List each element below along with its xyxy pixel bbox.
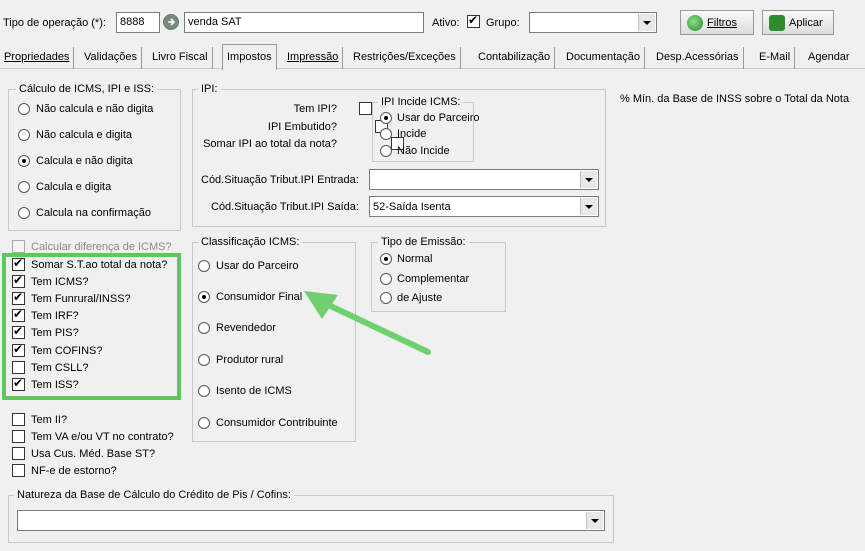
radio-button — [18, 207, 30, 219]
somar-ipi-label: Somar IPI ao total da nota? — [203, 138, 337, 150]
radio-button — [198, 291, 210, 303]
tem-funrural-check[interactable]: Tem Funrural/INSS? — [12, 290, 131, 305]
tipo-operacao-code-field[interactable]: 8888 — [116, 12, 160, 33]
aplicar-label: Aplicar — [789, 16, 823, 29]
ipi-embutido-label: IPI Embutido? — [267, 121, 337, 133]
tab-impostos[interactable]: Impostos — [222, 44, 277, 70]
radio-button — [18, 103, 30, 115]
radio-classif-3[interactable]: Produtor rural — [198, 354, 283, 366]
tem-ipi-label: Tem IPI? — [293, 103, 337, 115]
radio-button — [198, 385, 210, 397]
natureza-select[interactable] — [17, 510, 605, 531]
radio-classif-5[interactable]: Consumidor Contribuinte — [198, 417, 338, 429]
calcular-diferenca-check[interactable]: Calcular diferença de ICMS? — [12, 240, 172, 253]
radio-calculo-4[interactable]: Calcula na confirmação — [18, 207, 151, 219]
aplicar-button[interactable]: Aplicar — [762, 10, 834, 35]
chevron-down-icon[interactable] — [580, 171, 597, 188]
filtros-button[interactable]: Filtros — [680, 10, 754, 35]
grupo-label: Grupo: — [486, 17, 520, 29]
tab-validacoes[interactable]: Validações — [80, 47, 142, 69]
emissao-title: Tipo de Emissão: — [378, 236, 469, 248]
tipo-operacao-name-field[interactable]: venda SAT — [184, 12, 424, 33]
ativo-label: Ativo: — [432, 17, 460, 29]
tab-documentacao[interactable]: Documentação — [562, 47, 645, 69]
tem-irf-check[interactable]: Tem IRF? — [12, 307, 79, 322]
ativo-checkbox[interactable] — [467, 13, 480, 28]
tab-desp-acessorias[interactable]: Desp.Acessórias — [652, 47, 744, 69]
tab-email[interactable]: E-Mail — [755, 47, 796, 69]
radio-button — [380, 273, 392, 285]
tem-pis-check[interactable]: Tem PIS? — [12, 324, 79, 339]
filtros-label: Filtros — [707, 16, 737, 29]
tem-csll-check[interactable]: Tem CSLL? — [12, 361, 88, 374]
tab-propriedades[interactable]: Propriedades — [0, 47, 75, 69]
lookup-icon[interactable] — [163, 14, 179, 30]
radio-button — [380, 253, 392, 265]
radio-calculo-1[interactable]: Não calcula e digita — [18, 129, 132, 141]
chevron-down-icon[interactable] — [638, 14, 655, 31]
tem-cofins-check[interactable]: Tem COFINS? — [12, 342, 103, 357]
radio-incide-2[interactable]: Não Incide — [380, 145, 450, 157]
inss-label: % Mín. da Base de INSS sobre o Total da … — [620, 93, 850, 105]
radio-classif-2[interactable]: Revendedor — [198, 322, 276, 334]
radio-button — [380, 128, 392, 140]
classificacao-title: Classificação ICMS: — [198, 236, 303, 248]
radio-calculo-2[interactable]: Calcula e não digita — [18, 155, 133, 167]
radio-button — [18, 181, 30, 193]
tab-impressao[interactable]: Impressão — [283, 47, 344, 69]
radio-incide-1[interactable]: Incide — [380, 128, 426, 140]
ipi-incide-title: IPI Incide ICMS: — [378, 96, 464, 108]
tem-ipi-checkbox[interactable] — [359, 102, 373, 115]
radio-calculo-0[interactable]: Não calcula e não digita — [18, 103, 153, 115]
grupo-select[interactable] — [529, 12, 657, 33]
tem-ii-check[interactable]: Tem II? — [12, 413, 67, 426]
radio-classif-1[interactable]: Consumidor Final — [198, 291, 302, 303]
usa-cus-check[interactable]: Usa Cus. Méd. Base ST? — [12, 447, 155, 460]
radio-button — [198, 322, 210, 334]
cst-saida-label: Cód.Situação Tribut.IPI Saída: — [211, 201, 359, 213]
radio-button — [198, 354, 210, 366]
chevron-down-icon[interactable] — [580, 198, 597, 215]
tab-agendar[interactable]: Agendar — [804, 47, 854, 69]
tem-va-check[interactable]: Tem VA e/ou VT no contrato? — [12, 430, 174, 443]
radio-button — [380, 112, 392, 124]
chevron-down-icon[interactable] — [586, 512, 603, 529]
tipo-operacao-label: Tipo de operação (*): — [3, 17, 106, 29]
tab-contabilizacao[interactable]: Contabilização — [474, 47, 556, 69]
radio-incide-0[interactable]: Usar do Parceiro — [380, 112, 480, 124]
nfe-estorno-check[interactable]: NF-e de estorno? — [12, 464, 117, 477]
tab-livro-fiscal[interactable]: Livro Fiscal — [148, 47, 213, 69]
radio-emissao-1[interactable]: Complementar — [380, 273, 469, 285]
natureza-title: Natureza da Base de Cálculo do Crédito d… — [14, 489, 294, 501]
radio-button — [18, 129, 30, 141]
cst-entrada-select[interactable] — [369, 169, 599, 190]
somar-st-check[interactable]: Somar S.T.ao total da nota? — [12, 256, 167, 271]
radio-button — [198, 417, 210, 429]
apply-icon — [769, 14, 785, 31]
radio-calculo-3[interactable]: Calcula e digita — [18, 181, 111, 193]
annotation-arrow-icon — [304, 291, 431, 355]
calculo-title: Cálculo de ICMS, IPI e ISS: — [16, 83, 158, 95]
ipi-title: IPI: — [198, 83, 221, 95]
radio-button — [18, 155, 30, 167]
tab-restricoes[interactable]: Restrições/Exceções — [349, 47, 461, 69]
radio-classif-4[interactable]: Isento de ICMS — [198, 385, 292, 397]
tab-strip: Propriedades Validações Livro Fiscal Imp… — [0, 44, 865, 70]
filter-icon — [687, 14, 703, 31]
radio-emissao-0[interactable]: Normal — [380, 253, 432, 265]
radio-classif-0[interactable]: Usar do Parceiro — [198, 260, 299, 272]
cst-entrada-label: Cód.Situação Tribut.IPI Entrada: — [201, 174, 359, 186]
tem-icms-check[interactable]: Tem ICMS? — [12, 273, 88, 288]
cst-saida-select[interactable]: 52-Saída Isenta — [369, 196, 599, 217]
radio-button — [198, 260, 210, 272]
tem-iss-check[interactable]: Tem ISS? — [12, 376, 79, 391]
radio-button — [380, 145, 392, 157]
